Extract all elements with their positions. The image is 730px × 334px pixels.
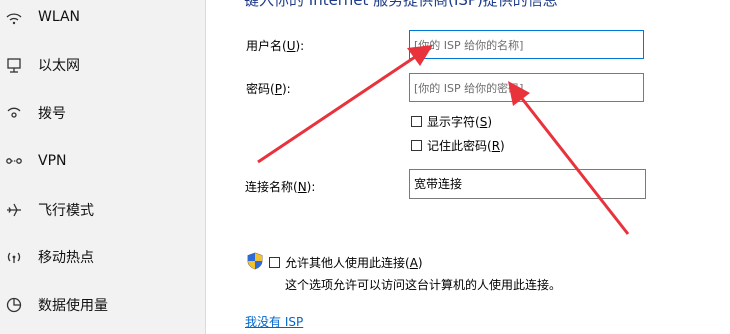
vpn-icon: [4, 151, 24, 171]
ethernet-icon: [4, 55, 24, 75]
username-input[interactable]: [你的 ISP 给你的名称]: [409, 30, 644, 59]
sidebar-item-mobile-hotspot[interactable]: 移动热点: [0, 237, 205, 277]
no-isp-link[interactable]: 我没有 ISP: [245, 313, 303, 330]
sidebar-item-ethernet[interactable]: 以太网: [0, 45, 205, 85]
show-characters-checkbox[interactable]: 显示字符(S): [411, 113, 492, 130]
data-usage-icon: [4, 295, 24, 315]
sidebar-item-label: 拨号: [38, 106, 66, 122]
airplane-icon: [4, 200, 24, 220]
uac-shield-icon: [247, 252, 263, 274]
username-label: 用户名(U):: [246, 39, 305, 53]
sidebar-item-label: 数据使用量: [38, 298, 108, 314]
checkbox-box: [411, 140, 422, 151]
dialog-heading: 键入你的 Internet 服务提供商(ISP)提供的信息: [244, 0, 558, 9]
connection-name-value: 宽带连接: [414, 177, 463, 191]
sidebar-item-airplane-mode[interactable]: 飞行模式: [0, 190, 205, 230]
username-placeholder: [你的 ISP 给你的名称]: [414, 39, 524, 52]
sidebar-item-data-usage[interactable]: 数据使用量: [0, 285, 205, 325]
checkbox-box: [269, 257, 280, 268]
password-input[interactable]: [你的 ISP 给你的密码]: [409, 73, 644, 102]
wifi-icon: [4, 7, 24, 27]
sidebar-item-label: 以太网: [38, 58, 80, 74]
checkbox-box: [411, 116, 422, 127]
sidebar-item-dialup[interactable]: 拨号: [0, 93, 205, 133]
password-label: 密码(P):: [246, 82, 291, 96]
hotspot-icon: [4, 247, 24, 267]
connection-name-input[interactable]: 宽带连接: [409, 169, 646, 199]
remember-password-checkbox[interactable]: 记住此密码(R): [411, 137, 505, 154]
password-placeholder: [你的 ISP 给你的密码]: [414, 82, 524, 95]
sidebar-item-label: WLAN: [38, 9, 81, 25]
sidebar-item-label: VPN: [38, 153, 67, 169]
sidebar-item-vpn[interactable]: VPN: [0, 141, 205, 181]
dialup-connection-dialog: 键入你的 Internet 服务提供商(ISP)提供的信息 用户名(U): [你…: [206, 0, 730, 334]
sidebar-item-label: 飞行模式: [38, 203, 94, 219]
allow-others-checkbox[interactable]: 允许其他人使用此连接(A): [269, 254, 423, 271]
dialup-icon: [4, 103, 24, 123]
connection-name-label: 连接名称(N):: [245, 180, 316, 194]
settings-sidebar: WLAN 以太网 拨号 VPN 飞行模式 移动热点 数据使用量: [0, 0, 205, 334]
allow-others-description: 这个选项允许可以访问这台计算机的人使用此连接。: [285, 278, 562, 292]
sidebar-item-wlan[interactable]: WLAN: [0, 0, 205, 37]
sidebar-item-label: 移动热点: [38, 250, 94, 266]
